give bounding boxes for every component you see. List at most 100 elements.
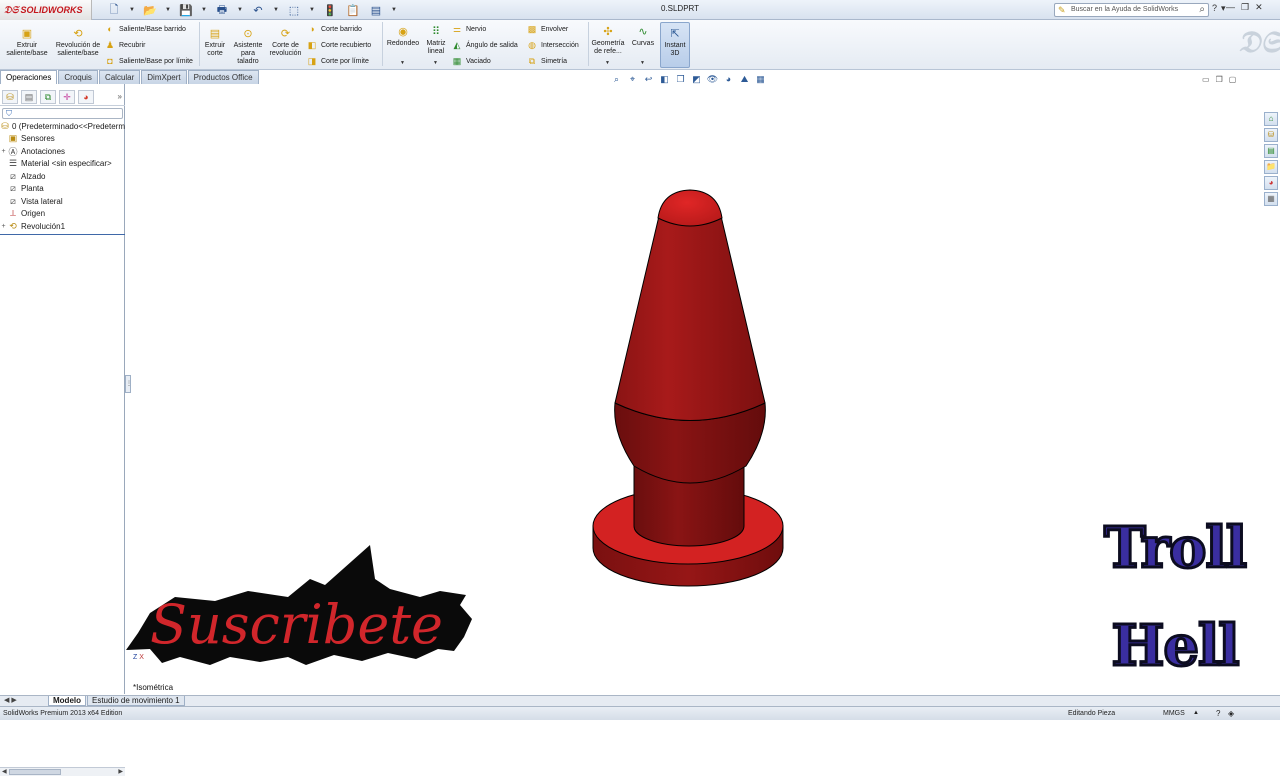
tab-estudio-movimiento[interactable]: Estudio de movimiento 1: [87, 696, 185, 706]
curves-label: Curvas: [631, 40, 655, 47]
tree-item-revolucion1[interactable]: + ⟲ Revolución1: [0, 220, 125, 233]
chevron-up-icon[interactable]: ▲: [1193, 710, 1199, 716]
tree-item-origen[interactable]: ⟂ Origen: [0, 208, 125, 221]
draft-icon: ◭: [453, 40, 461, 50]
tree-item-alzado[interactable]: ⧄ Alzado: [0, 170, 125, 183]
display-style-icon[interactable]: ◩: [690, 74, 703, 85]
revolve-boss-button[interactable]: ⟲ Revolución de saliente/base: [54, 27, 102, 58]
expand-plus-icon[interactable]: +: [0, 223, 7, 230]
view-settings-icon[interactable]: ▦: [754, 74, 767, 85]
display-manager-icon[interactable]: ◕: [78, 90, 94, 104]
swept-cut-button[interactable]: ◑ Corte barrido: [306, 24, 362, 34]
hole-wizard-button[interactable]: ⊙ Asistente para taladro: [231, 27, 265, 66]
shell-label: Vaciado: [466, 58, 491, 65]
lofted-cut-button[interactable]: ◧ Corte recubierto: [306, 40, 371, 51]
pattern-dropdown-icon[interactable]: ▼: [433, 60, 438, 66]
tree-filter-input[interactable]: ⛉: [2, 108, 123, 119]
expand-plus-icon[interactable]: +: [0, 148, 7, 155]
fillet-dropdown-icon[interactable]: ▼: [400, 60, 405, 66]
scroll-left-icon[interactable]: ◀: [2, 768, 7, 775]
viewport-restore-icon[interactable]: ❐: [1216, 75, 1223, 84]
file-explorer-icon[interactable]: ▤: [1264, 144, 1278, 158]
chevron-down-icon[interactable]: ▾: [1221, 3, 1226, 14]
revolve-cut-icon: ⟳: [280, 28, 291, 40]
view-orientation-icon[interactable]: ❒: [674, 74, 687, 85]
loft-button[interactable]: ♟ Recubrir: [104, 40, 146, 51]
minimize-icon[interactable]: —: [1226, 2, 1235, 13]
section-view-icon[interactable]: ◧: [658, 74, 671, 85]
tab-croquis[interactable]: Croquis: [58, 70, 98, 84]
quick-tips-icon[interactable]: ?: [1216, 709, 1220, 718]
feature-tree-icon[interactable]: ⛁: [2, 90, 18, 104]
viewport-minimize-icon[interactable]: ▭: [1202, 75, 1210, 84]
edit-appearance-icon[interactable]: ◕: [722, 74, 735, 85]
panel-horizontal-scrollbar[interactable]: ◀ ▶: [0, 767, 125, 776]
close-icon[interactable]: ✕: [1255, 2, 1263, 13]
boundary-boss-button[interactable]: ◘ Saliente/Base por límite: [104, 56, 193, 66]
ribbon-separator: [199, 22, 200, 66]
magnifier-icon[interactable]: ⌕: [1199, 4, 1205, 15]
part-model[interactable]: [592, 189, 784, 587]
dimxpert-manager-icon[interactable]: ✛: [59, 90, 75, 104]
window-buttons: — ❐ ✕: [1226, 2, 1263, 13]
chevron-right-icon[interactable]: »: [118, 92, 122, 101]
tree-item-material[interactable]: ☰ Material <sin especificar>: [0, 158, 125, 171]
reference-geometry-dropdown-icon[interactable]: ▼: [605, 60, 610, 66]
previous-view-icon[interactable]: ↩: [642, 74, 655, 85]
property-manager-icon[interactable]: ▤: [21, 90, 37, 104]
tab-dimxpert[interactable]: DimXpert: [141, 70, 187, 84]
tree-root[interactable]: ⛁ 0 (Predeterminado<<Predeterm: [0, 120, 125, 133]
custom-properties-icon[interactable]: ▦: [1264, 192, 1278, 206]
rollback-bar[interactable]: [0, 234, 125, 235]
tab-calcular[interactable]: Calcular: [98, 70, 141, 84]
loft-icon: ♟: [105, 40, 115, 50]
wrap-button[interactable]: ▩ Envolver: [526, 24, 569, 35]
apply-scene-icon[interactable]: ⛰: [738, 74, 751, 85]
hide-show-items-icon[interactable]: 👁: [706, 74, 719, 85]
troll-text: Troll: [1103, 514, 1249, 583]
extrude-boss-button[interactable]: ▣ Extruir saliente/base: [4, 27, 50, 58]
appearances-icon[interactable]: ◕: [1264, 176, 1278, 190]
curves-icon: ∿: [638, 26, 648, 38]
help-search-input[interactable]: ✎ Buscar en la Ayuda de SolidWorks ⌕: [1054, 3, 1209, 17]
revolve-cut-button[interactable]: ⟳ Corte de revolución: [267, 27, 304, 58]
instant-3d-button[interactable]: ⇱ Instant 3D: [660, 22, 690, 68]
boundary-cut-button[interactable]: ◨ Corte por límite: [306, 56, 369, 67]
viewport-maximize-icon[interactable]: ▢: [1229, 75, 1237, 84]
draft-button[interactable]: ◭ Ángulo de salida: [451, 40, 518, 51]
scrollbar-thumb[interactable]: [9, 769, 61, 775]
design-library-icon[interactable]: ⛁: [1264, 128, 1278, 142]
shell-button[interactable]: ▦ Vaciado: [451, 56, 491, 67]
tab-operaciones[interactable]: Operaciones: [0, 70, 58, 84]
tree-item-label: Material <sin especificar>: [21, 159, 112, 169]
zoom-to-area-icon[interactable]: ⌖: [626, 74, 639, 85]
curves-button[interactable]: ∿ Curvas: [629, 25, 657, 48]
lofted-cut-label: Corte recubierto: [321, 42, 372, 49]
swept-boss-button[interactable]: ◐ Saliente/Base barrido: [104, 24, 186, 34]
units-selector[interactable]: MMGS: [1163, 710, 1185, 717]
restore-icon[interactable]: ❐: [1241, 2, 1249, 13]
reference-geometry-button[interactable]: ✣ Geometría de refe...: [590, 25, 626, 56]
tree-item-anotaciones[interactable]: + Ⓐ Anotaciones: [0, 145, 125, 158]
rib-button[interactable]: ⚌ Nervio: [451, 24, 486, 35]
help-buttons: ? ▾: [1212, 3, 1226, 14]
tree-item-sensores[interactable]: ▣ Sensores: [0, 133, 125, 146]
help-icon[interactable]: ?: [1212, 3, 1217, 14]
configuration-manager-icon[interactable]: ⧉: [40, 90, 56, 104]
solidworks-resources-icon[interactable]: ⌂: [1264, 112, 1278, 126]
extrude-cut-button[interactable]: ▤ Extruir corte: [202, 27, 228, 58]
tree-item-planta[interactable]: ⧄ Planta: [0, 183, 125, 196]
boundary-cut-icon: ◨: [307, 56, 317, 66]
linear-pattern-button[interactable]: ⠿ Matriz lineal: [423, 25, 449, 56]
fillet-button[interactable]: ◉ Redondeo: [385, 25, 421, 48]
tab-navigation-arrows-icon[interactable]: ◀▶: [4, 696, 19, 704]
scroll-right-icon[interactable]: ▶: [118, 768, 123, 775]
mirror-button[interactable]: ⧉ Simetría: [526, 56, 567, 67]
search-folder-icon[interactable]: 📁: [1264, 160, 1278, 174]
tree-item-vista-lateral[interactable]: ⧄ Vista lateral: [0, 195, 125, 208]
tab-productos-office[interactable]: Productos Office: [187, 70, 259, 84]
curves-dropdown-icon[interactable]: ▼: [640, 60, 645, 66]
intersect-button[interactable]: ◍ Intersección: [526, 40, 579, 51]
zoom-to-fit-icon[interactable]: ⌕: [610, 74, 623, 85]
tab-modelo[interactable]: Modelo: [48, 696, 86, 706]
